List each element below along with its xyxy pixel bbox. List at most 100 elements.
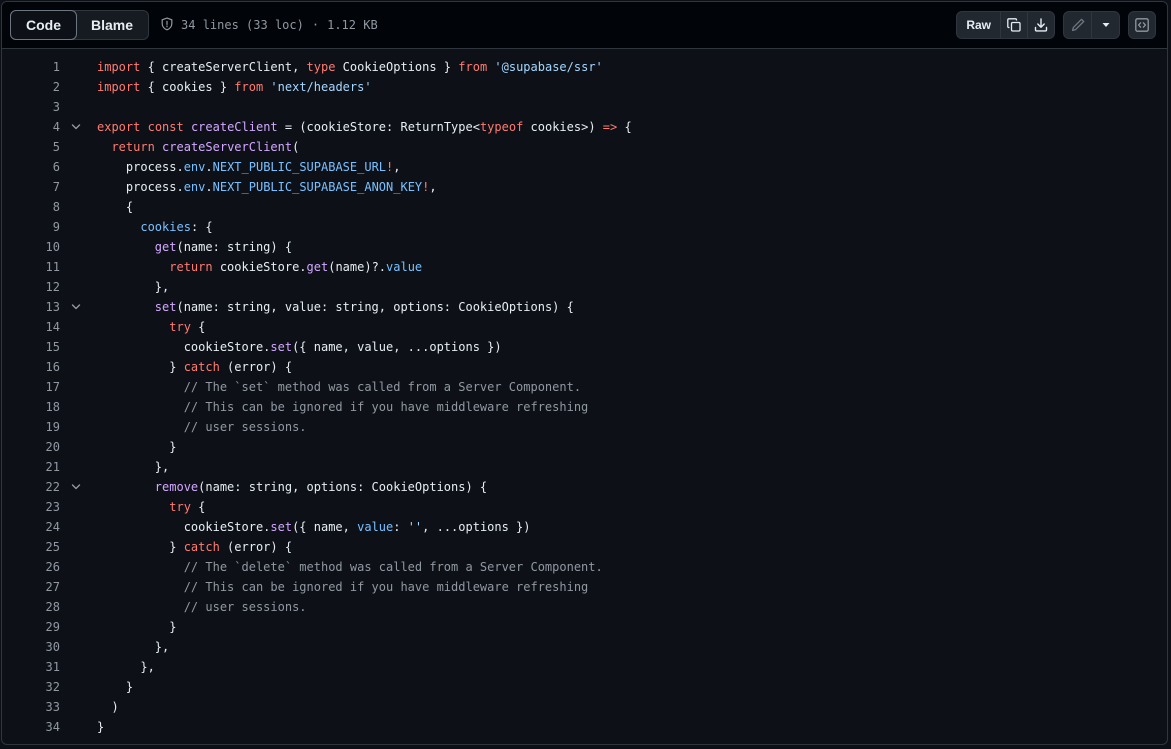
line-content: }, <box>97 457 169 477</box>
line-number[interactable]: 24 <box>2 517 60 537</box>
code-line[interactable]: 17 // The `set` method was called from a… <box>2 377 1167 397</box>
code-line[interactable]: 16 } catch (error) { <box>2 357 1167 377</box>
symbols-panel-button[interactable] <box>1129 12 1155 38</box>
line-number[interactable]: 9 <box>2 217 60 237</box>
more-edit-options-button[interactable] <box>1092 12 1119 38</box>
code-line[interactable]: 34} <box>2 717 1167 737</box>
line-number[interactable]: 2 <box>2 77 60 97</box>
code-line[interactable]: 24 cookieStore.set({ name, value: '', ..… <box>2 517 1167 537</box>
code-line[interactable]: 7 process.env.NEXT_PUBLIC_SUPABASE_ANON_… <box>2 177 1167 197</box>
line-content: } <box>97 617 176 637</box>
fold-gutter <box>60 257 97 277</box>
code-line[interactable]: 15 cookieStore.set({ name, value, ...opt… <box>2 337 1167 357</box>
line-number[interactable]: 7 <box>2 177 60 197</box>
line-number[interactable]: 34 <box>2 717 60 737</box>
line-number[interactable]: 29 <box>2 617 60 637</box>
line-number[interactable]: 13 <box>2 297 60 317</box>
code-line[interactable]: 26 // The `delete` method was called fro… <box>2 557 1167 577</box>
code-line[interactable]: 28 // user sessions. <box>2 597 1167 617</box>
tab-blame[interactable]: Blame <box>76 11 148 39</box>
line-number[interactable]: 18 <box>2 397 60 417</box>
code-line[interactable]: 23 try { <box>2 497 1167 517</box>
line-number[interactable]: 33 <box>2 697 60 717</box>
line-number[interactable]: 15 <box>2 337 60 357</box>
code-line[interactable]: 19 // user sessions. <box>2 417 1167 437</box>
line-number[interactable]: 30 <box>2 637 60 657</box>
code-line[interactable]: 33 ) <box>2 697 1167 717</box>
code-line[interactable]: 21 }, <box>2 457 1167 477</box>
code-token: // user sessions. <box>183 420 307 434</box>
code-line[interactable]: 20 } <box>2 437 1167 457</box>
code-token: value <box>386 260 423 274</box>
line-number[interactable]: 14 <box>2 317 60 337</box>
code-line[interactable]: 5 return createServerClient( <box>2 137 1167 157</box>
download-button[interactable] <box>1028 12 1054 38</box>
shield-icon[interactable] <box>160 16 174 34</box>
code-line[interactable]: 12 }, <box>2 277 1167 297</box>
line-content: }, <box>97 637 169 657</box>
line-number[interactable]: 6 <box>2 157 60 177</box>
code-token: // The `set` method was called from a Se… <box>183 380 582 394</box>
code-line[interactable]: 32 } <box>2 677 1167 697</box>
code-line[interactable]: 11 return cookieStore.get(name)?.value <box>2 257 1167 277</box>
line-number[interactable]: 28 <box>2 597 60 617</box>
code-line[interactable]: 13 set(name: string, value: string, opti… <box>2 297 1167 317</box>
line-content: // user sessions. <box>97 597 307 617</box>
line-number[interactable]: 21 <box>2 457 60 477</box>
line-content: cookieStore.set({ name, value, ...option… <box>97 337 502 357</box>
chevron-down-icon[interactable] <box>60 477 97 497</box>
code-line[interactable]: 2 import { cookies } from 'next/headers' <box>2 77 1167 97</box>
code-line[interactable]: 6 process.env.NEXT_PUBLIC_SUPABASE_URL!, <box>2 157 1167 177</box>
code-line[interactable]: 29 } <box>2 617 1167 637</box>
fold-gutter <box>60 497 97 517</box>
code-line[interactable]: 25 } catch (error) { <box>2 537 1167 557</box>
line-number[interactable]: 10 <box>2 237 60 257</box>
line-number[interactable]: 25 <box>2 537 60 557</box>
line-number[interactable]: 16 <box>2 357 60 377</box>
raw-button[interactable]: Raw <box>957 12 1001 38</box>
line-number[interactable]: 32 <box>2 677 60 697</box>
code-line[interactable]: 18 // This can be ignored if you have mi… <box>2 397 1167 417</box>
line-number[interactable]: 31 <box>2 657 60 677</box>
line-number[interactable]: 12 <box>2 277 60 297</box>
copy-raw-button[interactable] <box>1001 12 1028 38</box>
code-line[interactable]: 8 { <box>2 197 1167 217</box>
code-token: from <box>234 80 264 94</box>
code-line[interactable]: 30 }, <box>2 637 1167 657</box>
line-number[interactable]: 22 <box>2 477 60 497</box>
line-number[interactable]: 26 <box>2 557 60 577</box>
fold-gutter <box>60 57 97 77</box>
code-line[interactable]: 14 try { <box>2 317 1167 337</box>
code-line[interactable]: 31 }, <box>2 657 1167 677</box>
chevron-down-icon[interactable] <box>60 297 97 317</box>
triangle-down-icon <box>1102 23 1109 27</box>
line-number[interactable]: 27 <box>2 577 60 597</box>
fold-gutter <box>60 537 97 557</box>
line-number[interactable]: 1 <box>2 57 60 77</box>
code-line[interactable]: 4 export const createClient = (cookieStor… <box>2 117 1167 137</box>
code-token: }, <box>97 460 170 474</box>
code-line[interactable]: 10 get(name: string) { <box>2 237 1167 257</box>
line-number[interactable]: 3 <box>2 97 60 117</box>
line-number[interactable]: 4 <box>2 117 60 137</box>
line-number[interactable]: 5 <box>2 137 60 157</box>
code-line[interactable]: 9 cookies: { <box>2 217 1167 237</box>
chevron-down-icon[interactable] <box>60 117 97 137</box>
edit-button[interactable] <box>1064 12 1092 38</box>
code-token: (name: string, value: string, options: C… <box>176 300 574 314</box>
file-viewer: Code Blame 34 lines (33 loc) · 1.12 KB R… <box>1 1 1168 745</box>
code-token: try <box>169 320 191 334</box>
line-number[interactable]: 23 <box>2 497 60 517</box>
code-line[interactable]: 3 <box>2 97 1167 117</box>
line-number[interactable]: 17 <box>2 377 60 397</box>
line-number[interactable]: 20 <box>2 437 60 457</box>
code-line[interactable]: 1 import { createServerClient, type Cooki… <box>2 57 1167 77</box>
line-content: return createServerClient( <box>97 137 299 157</box>
code-line[interactable]: 22 remove(name: string, options: CookieO… <box>2 477 1167 497</box>
tab-code[interactable]: Code <box>10 10 77 40</box>
line-number[interactable]: 8 <box>2 197 60 217</box>
code-line[interactable]: 27 // This can be ignored if you have mi… <box>2 577 1167 597</box>
line-number[interactable]: 19 <box>2 417 60 437</box>
line-number[interactable]: 11 <box>2 257 60 277</box>
